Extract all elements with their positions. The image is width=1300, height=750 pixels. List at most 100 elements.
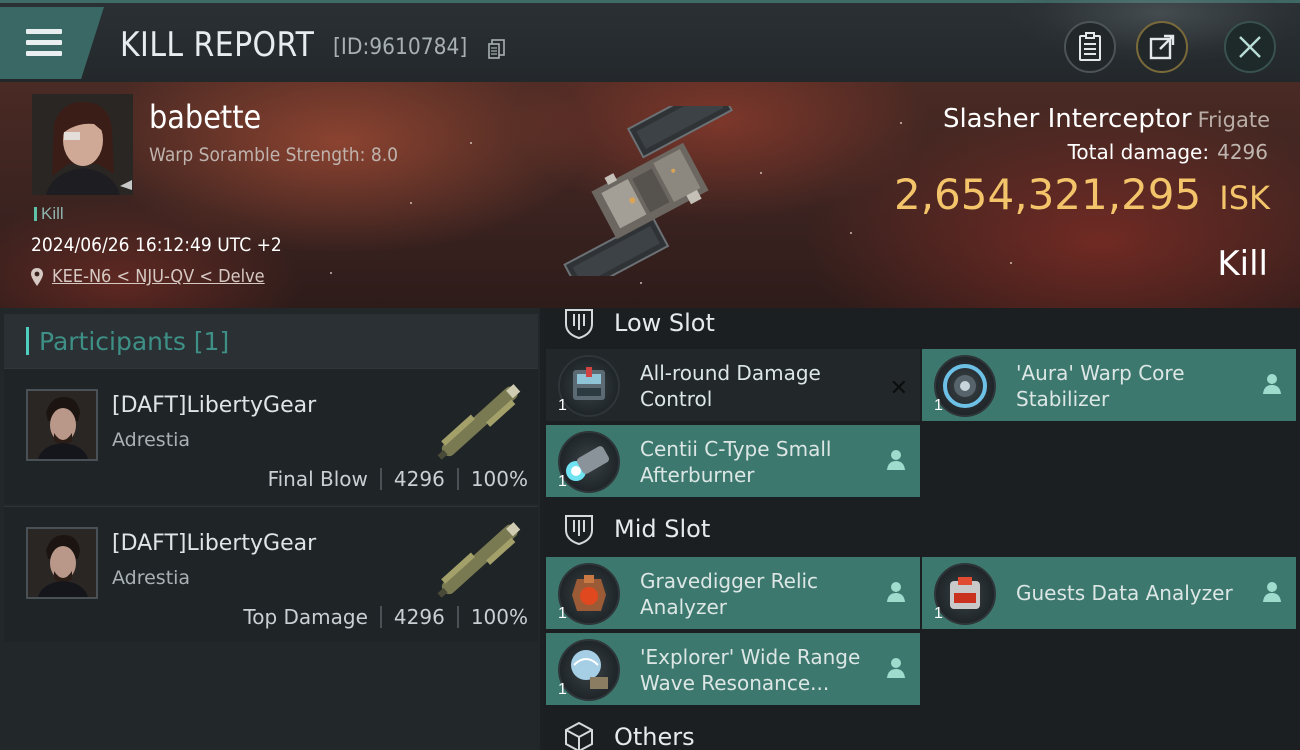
module-slot[interactable]: 1 Guests Data Analyzer <box>922 557 1296 629</box>
kill-datetime: 2024/06/26 16:12:49 UTC +2 <box>31 234 282 256</box>
module-slot[interactable]: 1 Centii C-Type Small Afterburner <box>546 425 920 497</box>
location-link[interactable]: KEE-N6 < NJU-QV < Delve <box>52 266 265 287</box>
module-name: Guests Data Analyzer <box>1016 581 1233 605</box>
others-title: Others <box>614 723 695 750</box>
module-qty: 1 <box>558 397 567 414</box>
module-slot[interactable]: 1 Gravedigger Relic Analyzer <box>546 557 920 629</box>
victim-name: babette <box>149 98 262 136</box>
module-thumbnail <box>934 563 996 625</box>
afterburner-icon <box>566 446 610 481</box>
participants-header: Participants [1] <box>4 314 538 368</box>
participant-ship-image <box>437 384 521 460</box>
participants-panel: Participants [1] [DAFT]LibertyGear Adres… <box>0 308 540 750</box>
person-icon <box>887 450 905 470</box>
total-damage: Total damage: 4296 <box>1068 140 1268 164</box>
kill-location[interactable]: KEE-N6 < NJU-QV < Delve <box>30 266 288 287</box>
mid-slot-header: Mid Slot <box>562 512 710 546</box>
close-button[interactable] <box>1224 21 1276 73</box>
warp-core-stabilizer-icon <box>943 364 987 408</box>
person-icon <box>887 658 905 678</box>
cube-icon <box>565 721 593 750</box>
mid-slot-title: Mid Slot <box>614 515 711 543</box>
kill-tag-label: Kill <box>41 204 64 223</box>
participant-percent: 100% <box>470 467 528 491</box>
module-thumbnail <box>558 431 620 493</box>
data-analyzer-icon <box>950 577 980 609</box>
participant-row[interactable]: [DAFT]LibertyGear Adrestia Final Blow 42… <box>4 368 538 504</box>
module-thumbnail <box>558 639 620 701</box>
isk-amount: 2,654,321,295 <box>893 170 1202 219</box>
fitting-panel: Low Slot 1 All-round Damage Control ✕ 1 … <box>544 308 1300 750</box>
clipboard-button[interactable] <box>1064 21 1116 73</box>
participant-name: [DAFT]LibertyGear <box>112 393 317 418</box>
participant-name: [DAFT]LibertyGear <box>112 531 317 556</box>
victim-portrait[interactable] <box>32 94 133 195</box>
module-name: 'Aura' Warp Core Stabilizer <box>1016 361 1185 411</box>
victim-ship-image <box>563 106 733 276</box>
others-header: Others <box>562 720 695 750</box>
menu-button[interactable] <box>0 7 104 79</box>
close-icon <box>1239 36 1261 58</box>
participant-damage: 4296 <box>393 605 445 629</box>
share-icon <box>1149 34 1175 60</box>
participant-row[interactable]: [DAFT]LibertyGear Adrestia Top Damage 42… <box>4 506 538 642</box>
module-thumbnail <box>558 355 620 417</box>
copy-icon[interactable] <box>488 39 506 59</box>
low-slot-header: Low Slot <box>562 306 715 340</box>
pilot-avatar-icon <box>28 529 96 597</box>
isk-unit: ISK <box>1219 179 1270 217</box>
pilot-avatar-icon <box>32 94 133 195</box>
location-pin-icon <box>31 267 43 286</box>
wave-resonance-icon <box>571 650 608 689</box>
person-icon <box>887 582 905 602</box>
module-name: 'Explorer' Wide Range Wave Resonance... <box>640 645 861 695</box>
participant-avatar[interactable] <box>26 389 98 461</box>
participant-stats: Final Blow 4296 100% <box>268 467 528 491</box>
participant-stats: Top Damage 4296 100% <box>243 605 528 629</box>
ship-name-text: Slasher Interceptor <box>942 104 1192 134</box>
participant-ship-image <box>437 522 521 598</box>
module-name: Centii C-Type Small Afterburner <box>640 437 832 487</box>
clipboard-icon <box>1079 32 1101 61</box>
participants-title: Participants [1] <box>39 326 230 356</box>
share-button[interactable] <box>1136 21 1188 73</box>
total-damage-value: 4296 <box>1217 140 1268 164</box>
module-thumbnail <box>934 355 996 417</box>
module-slot[interactable]: 1 All-round Damage Control ✕ <box>546 349 920 421</box>
ship-class: Frigate <box>1197 108 1270 132</box>
mid-slot-icon <box>565 515 593 546</box>
relic-analyzer-icon <box>572 575 606 611</box>
victim-banner: babette Warp Soramble Strength: 8.0 Kill… <box>0 82 1300 308</box>
module-slot[interactable]: 1 'Aura' Warp Core Stabilizer <box>922 349 1296 421</box>
kill-tag: Kill <box>34 204 64 224</box>
kill-report-screen: KILL REPORT [ID:9610784] babette Warp So… <box>0 0 1300 750</box>
kill-result: Kill <box>1217 244 1268 284</box>
module-qty: 1 <box>558 681 567 698</box>
participant-avatar[interactable] <box>26 527 98 599</box>
low-slot-title: Low Slot <box>614 309 715 337</box>
person-icon <box>1263 374 1281 394</box>
menu-icon <box>26 29 62 59</box>
module-name: All-round Damage Control <box>640 361 821 411</box>
module-qty: 1 <box>558 605 567 622</box>
module-qty: 1 <box>558 473 567 490</box>
pilot-avatar-icon <box>28 391 96 459</box>
participant-role: Final Blow <box>267 467 368 491</box>
isk-value: 2,654,321,295 ISK <box>894 170 1270 219</box>
low-slot-icon <box>565 309 593 340</box>
module-slot[interactable]: 1 'Explorer' Wide Range Wave Resonance..… <box>546 633 920 705</box>
destroyed-x-icon: ✕ <box>889 375 908 400</box>
victim-subtitle: Warp Soramble Strength: 8.0 <box>149 144 399 166</box>
total-damage-label: Total damage: <box>1067 140 1210 164</box>
person-icon <box>1263 582 1281 602</box>
header-bar: KILL REPORT [ID:9610784] <box>0 0 1300 82</box>
participant-damage: 4296 <box>393 467 445 491</box>
participant-corp: Adrestia <box>112 567 191 589</box>
participant-corp: Adrestia <box>112 429 191 451</box>
module-qty: 1 <box>934 605 943 622</box>
participant-percent: 100% <box>470 605 528 629</box>
damage-control-icon <box>573 367 605 400</box>
ship-name: Slasher Interceptor Frigate <box>943 104 1270 134</box>
participant-role: Top Damage <box>243 605 368 629</box>
module-name: Gravedigger Relic Analyzer <box>640 569 819 619</box>
